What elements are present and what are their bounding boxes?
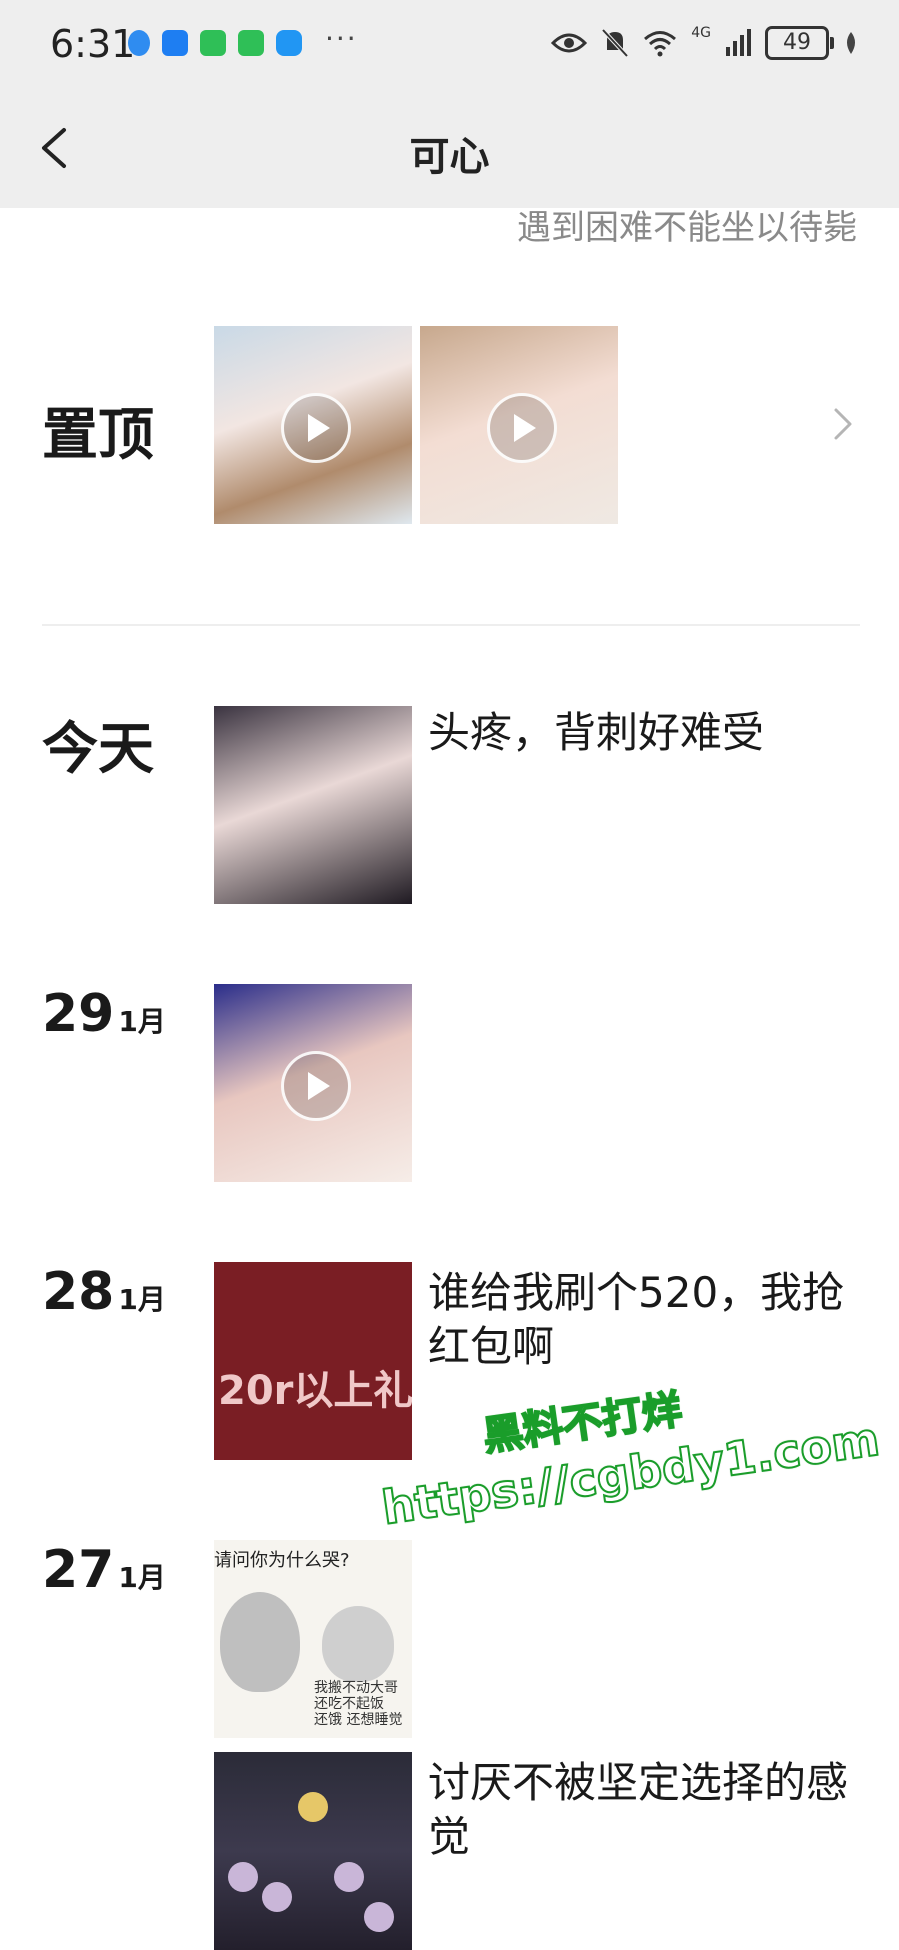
meme-text-bottom: 我搬不动大哥 还吃不起饭 还饿 还想睡觉: [314, 1680, 403, 1728]
network-type: 4G: [691, 25, 711, 41]
signal-icon: [726, 29, 751, 56]
post-caption-27[interactable]: 讨厌不被坚定选择的感觉: [428, 1756, 868, 1864]
avatar: [364, 1902, 394, 1932]
shield-icon: [128, 30, 150, 56]
penguin-figure: [220, 1592, 300, 1692]
date-month: 1月: [118, 1005, 166, 1038]
eye-icon: [551, 33, 588, 53]
avatar: [298, 1792, 328, 1822]
play-icon: [281, 1051, 351, 1121]
avatar: [262, 1882, 292, 1912]
app-icon: [238, 30, 264, 56]
nav-bar: 可心: [0, 88, 899, 208]
profile-signature: 遇到困难不能坐以待毙: [517, 208, 857, 248]
date-day: 27: [42, 1540, 115, 1600]
app-icon: [200, 30, 226, 56]
date-month: 1月: [118, 1283, 166, 1316]
watermark: 黑料不打烊 https://cgbdy1.com: [370, 1350, 884, 1536]
date-28: 28 1月: [42, 1262, 166, 1322]
chat-icon: [276, 30, 302, 56]
post-caption-28[interactable]: 谁给我刷个520，我抢红包啊: [428, 1266, 868, 1374]
date-29: 29 1月: [42, 984, 166, 1044]
battery-level: 49: [783, 30, 811, 55]
leaf-icon: [847, 32, 855, 54]
date-month: 1月: [118, 1561, 166, 1594]
date-day: 29: [42, 984, 115, 1044]
meme-text-top: 请问你为什么哭?: [214, 1550, 350, 1571]
pinned-video-thumb-1[interactable]: [214, 326, 412, 524]
status-right-icons: 4G 49: [551, 25, 859, 60]
status-time: 6:31: [50, 22, 136, 66]
play-icon: [281, 393, 351, 463]
status-bar: 6:31 ··· 4G 49: [0, 0, 899, 88]
post-thumb-today[interactable]: [214, 706, 412, 904]
pinned-label: 置顶: [42, 403, 154, 468]
wifi-icon: [644, 31, 677, 57]
avatar: [334, 1862, 364, 1892]
post-caption-today[interactable]: 头疼，背刺好难受: [428, 706, 868, 760]
date-today: 今天: [42, 717, 154, 782]
mute-icon: [601, 28, 629, 58]
divider: [42, 624, 860, 626]
post-thumb-27-meme[interactable]: 请问你为什么哭? 我搬不动大哥 还吃不起饭 还饿 还想睡觉: [214, 1540, 412, 1738]
post-thumb-27-game[interactable]: [214, 1752, 412, 1950]
penguin-figure: [322, 1606, 394, 1682]
play-icon: [487, 393, 557, 463]
date-day: 28: [42, 1262, 115, 1322]
more-icon: ···: [325, 22, 358, 55]
avatar: [228, 1862, 258, 1892]
chevron-right-icon[interactable]: [828, 404, 858, 444]
page-title: 可心: [409, 134, 490, 180]
check-shield-icon: [162, 30, 188, 56]
battery-icon: 49: [765, 26, 834, 60]
status-left-icons: [128, 30, 302, 56]
date-27: 27 1月: [42, 1540, 166, 1600]
thumb-text: 20r以上礼: [218, 1368, 412, 1414]
post-video-thumb-29[interactable]: [214, 984, 412, 1182]
pinned-video-thumb-2[interactable]: [420, 326, 618, 524]
